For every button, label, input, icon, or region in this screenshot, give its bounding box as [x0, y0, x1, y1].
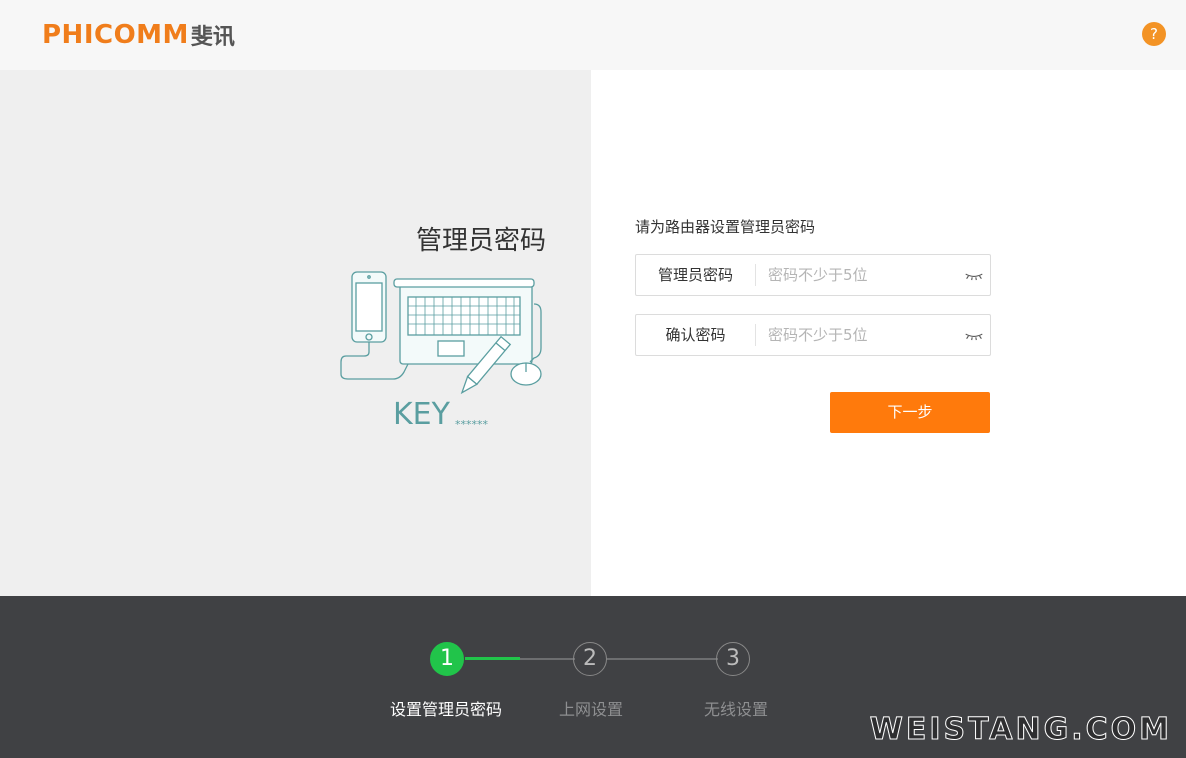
- key-stars: ******: [455, 418, 489, 431]
- form-panel: 请为路由器设置管理员密码 管理员密码 确认密码 下一步: [591, 70, 1186, 596]
- step-3-circle: 3: [716, 642, 750, 676]
- admin-password-input[interactable]: [756, 257, 963, 293]
- watermark-text: WEISTANG.COM: [869, 712, 1172, 748]
- confirm-password-field: 确认密码: [635, 314, 991, 356]
- step-connector-2-3: [607, 658, 718, 660]
- admin-password-field: 管理员密码: [635, 254, 991, 296]
- admin-password-label: 管理员密码: [636, 264, 757, 286]
- form-prompt: 请为路由器设置管理员密码: [635, 218, 816, 236]
- page-title: 管理员密码: [415, 226, 546, 256]
- logo-text-en: PHICOMM: [42, 20, 189, 50]
- step-progress-fill: [465, 657, 520, 660]
- step-1-circle: 1: [430, 642, 464, 676]
- laptop-phone-key-illustration: KEY ******: [340, 271, 542, 432]
- step-2-circle: 2: [573, 642, 607, 676]
- confirm-password-label: 确认密码: [636, 324, 757, 346]
- confirm-password-input[interactable]: [756, 317, 963, 353]
- top-bar: PHICOMM 斐讯 ?: [0, 0, 1186, 70]
- help-icon[interactable]: ?: [1142, 22, 1166, 46]
- eye-closed-icon[interactable]: [962, 325, 986, 345]
- illustration-panel: 管理员密码 KEY ******: [0, 70, 591, 596]
- step-2-label: 上网设置: [559, 700, 624, 719]
- step-3-label: 无线设置: [704, 700, 769, 719]
- next-step-button[interactable]: 下一步: [830, 392, 990, 433]
- eye-closed-icon[interactable]: [962, 265, 986, 285]
- step-1-label: 设置管理员密码: [390, 700, 503, 719]
- phicomm-logo: PHICOMM 斐讯: [42, 20, 235, 50]
- setup-stepper: 1 2 3 设置管理员密码 上网设置 无线设置 WEISTANG.COM: [0, 596, 1186, 758]
- logo-text-cn: 斐讯: [190, 25, 235, 50]
- key-label: KEY: [393, 397, 451, 432]
